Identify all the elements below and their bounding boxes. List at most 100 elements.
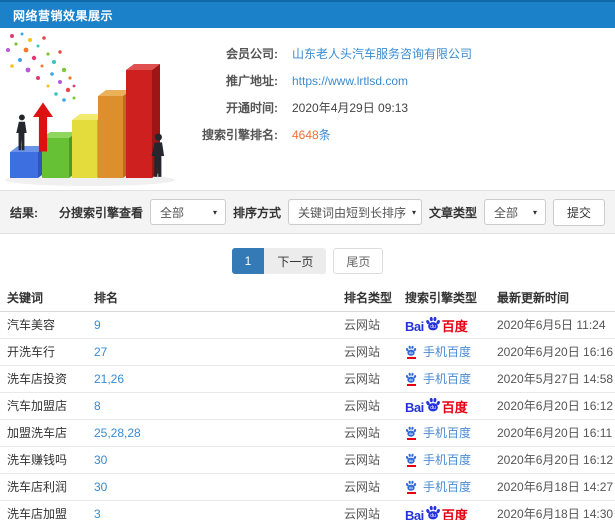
mobile-baidu-logo: du 手机百度 [405,370,471,387]
svg-text:du: du [430,513,436,519]
marketing-growth-clipart [0,30,178,188]
rank-cell: 9 [92,311,342,339]
chevron-down-icon: ▾ [411,207,416,217]
info-value[interactable]: https://www.lrtlsd.com [292,74,408,88]
baidu-paw-icon: du [405,426,417,437]
keyword-cell: 汽车美容 [0,311,92,339]
pagination-page-1[interactable]: 1 [231,248,265,274]
rank-type-cell: 云网站 [342,365,403,393]
keyword-cell: 洗车店加盟 [0,500,92,520]
keyword-cell: 开洗车行 [0,338,92,366]
rank-cell: 3 [92,500,342,520]
growth-arrow-icon [33,102,53,152]
rank-link[interactable]: 3 [94,507,101,520]
table-row: 洗车赚钱吗 30 云网站 du 手机百度 2020年6月20日 16:12 [0,446,615,474]
info-label: 开通时间: [226,101,278,115]
filter-bar: 结果: 分搜索引擎查看 全部 ▾ 排序方式 关键词由短到长排序 ▾ 文章类型 全… [0,190,615,234]
info-label: 会员公司: [226,47,278,61]
engine-cell: du 手机百度 [403,338,495,366]
pagination: 1 下一页 尾页 [0,248,615,274]
app-header: 网络营销效果展示 [0,0,615,28]
account-info-section: 会员公司: 山东老人头汽车服务咨询有限公司 推广地址: https://www.lrt… [0,28,615,190]
article-type-select[interactable]: 全部 ▾ [483,199,546,225]
table-row: 开洗车行 27 云网站 du 手机百度 2020年6月20日 16:16 [0,338,615,366]
updated-cell: 2020年6月20日 16:11 [495,419,615,447]
col-rank-type: 排名类型 [342,284,403,312]
rank-cell: 8 [92,392,342,420]
baidu-paw-icon: du [405,480,417,491]
chevron-down-icon: ▾ [212,207,217,217]
rank-cell: 25,28,28 [92,419,342,447]
svg-text:du: du [430,405,436,411]
sort-filter-label: 排序方式 [232,205,281,220]
svg-text:du: du [409,486,413,490]
info-value[interactable]: 山东老人头汽车服务咨询有限公司 [292,45,472,62]
keyword-cell: 洗车店投资 [0,365,92,393]
sort-filter-value: 关键词由短到长排序 [297,205,406,220]
mobile-baidu-underline [406,383,416,386]
col-rank: 排名 [92,284,342,312]
engine-cell: du 手机百度 [403,365,495,393]
info-row: 推广地址: https://www.lrtlsd.com [178,67,615,94]
updated-cell: 2020年6月20日 16:12 [495,392,615,420]
engine-filter-select[interactable]: 全部 ▾ [149,199,226,225]
info-row: 会员公司: 山东老人头汽车服务咨询有限公司 [178,40,615,67]
baidu-paw-icon: du [425,316,440,330]
pagination-last-button[interactable]: 尾页 [333,248,384,274]
updated-cell: 2020年6月5日 11:24 [495,311,615,339]
table-row: 洗车店加盟 3 云网站 Bai du 百度 2020年6月18日 14:30 [0,500,615,520]
keyword-cell: 洗车赚钱吗 [0,446,92,474]
rank-link[interactable]: 30 [94,453,107,467]
engine-filter-label: 分搜索引擎查看 [58,205,143,220]
chevron-down-icon: ▾ [532,207,537,217]
rank-link[interactable]: 8 [94,399,101,413]
search-engine-rank-count[interactable]: 4648条 [292,126,331,143]
rank-type-cell: 云网站 [342,392,403,420]
col-engine-type: 搜索引擎类型 [403,284,495,312]
updated-cell: 2020年6月20日 16:12 [495,446,615,474]
result-label: 结果: [10,205,38,220]
table-row: 洗车店投资 21,26 云网站 du 手机百度 2020年5月27日 14:58 [0,365,615,393]
rank-type-cell: 云网站 [342,311,403,339]
baidu-logo: Bai du 百度 [405,316,468,333]
rank-link[interactable]: 30 [94,480,107,494]
keyword-cell: 加盟洗车店 [0,419,92,447]
svg-text:du: du [409,378,413,382]
engine-cell: Bai du 百度 [403,392,495,420]
info-label: 推广地址: [226,74,278,88]
col-updated: 最新更新时间 [495,284,615,312]
rank-cell: 30 [92,446,342,474]
engine-cell: Bai du 百度 [403,500,495,520]
svg-text:du: du [409,459,413,463]
rank-type-cell: 云网站 [342,500,403,520]
engine-filter-value: 全部 [159,205,184,220]
updated-cell: 2020年6月18日 14:27 [495,473,615,501]
table-row: 汽车美容 9 云网站 Bai du 百度 2020年6月5日 11:24 [0,311,615,339]
baidu-paw-icon: du [425,505,440,519]
mobile-baidu-underline [406,437,416,440]
engine-cell: du 手机百度 [403,419,495,447]
table-row: 加盟洗车店 25,28,28 云网站 du 手机百度 2020年6月20日 16:11 [0,419,615,447]
col-keyword: 关键词 [0,284,92,312]
rank-link[interactable]: 21,26 [94,372,124,386]
rank-link[interactable]: 9 [94,318,101,332]
rank-link[interactable]: 25,28,28 [94,426,141,440]
info-label: 搜索引擎排名: [202,128,278,142]
submit-button[interactable]: 提交 [552,198,605,226]
pagination-next-button[interactable]: 下一页 [264,248,327,274]
rank-type-cell: 云网站 [342,338,403,366]
svg-text:du: du [409,432,413,436]
rank-cell: 27 [92,338,342,366]
sort-filter-select[interactable]: 关键词由短到长排序 ▾ [287,199,422,225]
table-row: 汽车加盟店 8 云网站 Bai du 百度 2020年6月20日 16:12 [0,392,615,420]
rank-cell: 21,26 [92,365,342,393]
rank-type-cell: 云网站 [342,473,403,501]
businessman-figure [16,114,27,151]
table-header-row: 关键词 排名 排名类型 搜索引擎类型 最新更新时间 [0,284,615,312]
baidu-logo: Bai du 百度 [405,505,468,520]
mobile-baidu-logo: du 手机百度 [405,478,471,495]
filter-controls: 分搜索引擎查看 全部 ▾ 排序方式 关键词由短到长排序 ▾ 文章类型 全部 ▾ … [58,198,605,226]
rank-link[interactable]: 27 [94,345,107,359]
rank-type-cell: 云网站 [342,419,403,447]
businessman-figure [151,133,165,177]
